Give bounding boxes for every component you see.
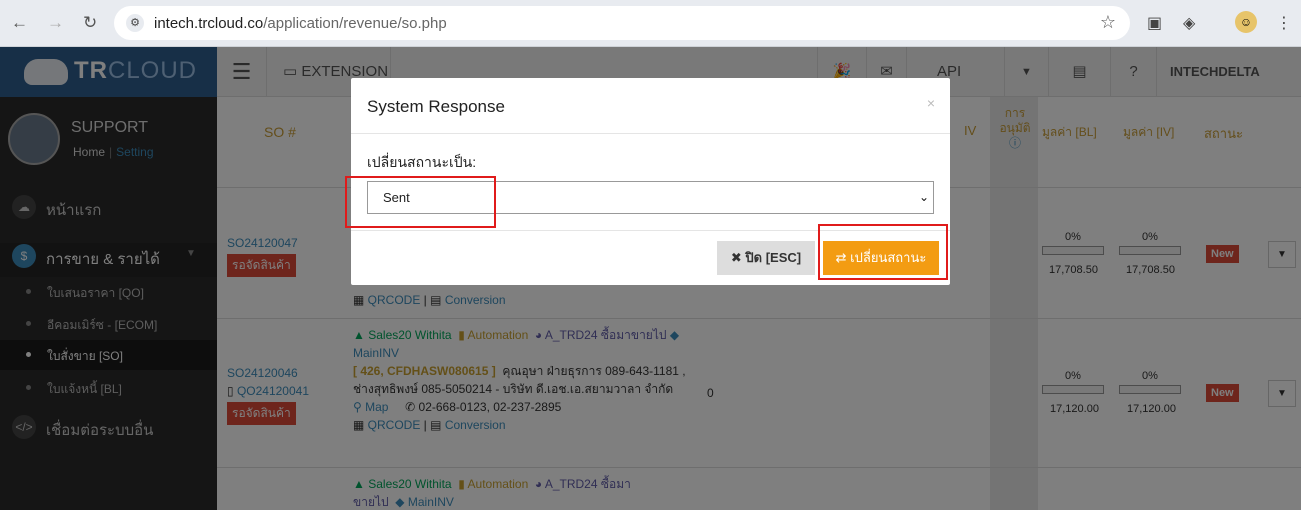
reload-icon[interactable]: ↻ (83, 13, 97, 33)
close-icon[interactable]: × (927, 95, 935, 111)
site-info-icon[interactable]: ⚙ (126, 14, 144, 32)
browser-toolbar: ← → ↻ ⚙ intech.trcloud.co/application/re… (0, 0, 1301, 47)
close-esc-button[interactable]: ✖ ปิด [ESC] (717, 241, 815, 275)
chrome-menu-icon[interactable]: ⋮ (1276, 13, 1292, 33)
profile-avatar[interactable]: ☺ (1235, 11, 1257, 33)
highlight-select-box (345, 176, 496, 228)
highlight-change-button (818, 224, 948, 280)
address-bar[interactable]: ⚙ intech.trcloud.co/application/revenue/… (114, 6, 1130, 40)
url-text: intech.trcloud.co/application/revenue/so… (154, 15, 447, 32)
forward-icon[interactable]: → (47, 13, 64, 33)
back-icon[interactable]: ← (11, 13, 28, 33)
modal-title: System Response (367, 97, 505, 116)
extensions-puzzle-icon[interactable]: ◈ (1183, 13, 1195, 33)
status-change-label: เปลี่ยนสถานะเป็น: (367, 154, 477, 170)
chevron-down-icon: ⌄ (918, 190, 929, 204)
extension-chat-icon[interactable]: ▣ (1147, 13, 1162, 33)
bookmark-star-icon[interactable]: ☆ (1100, 12, 1116, 33)
